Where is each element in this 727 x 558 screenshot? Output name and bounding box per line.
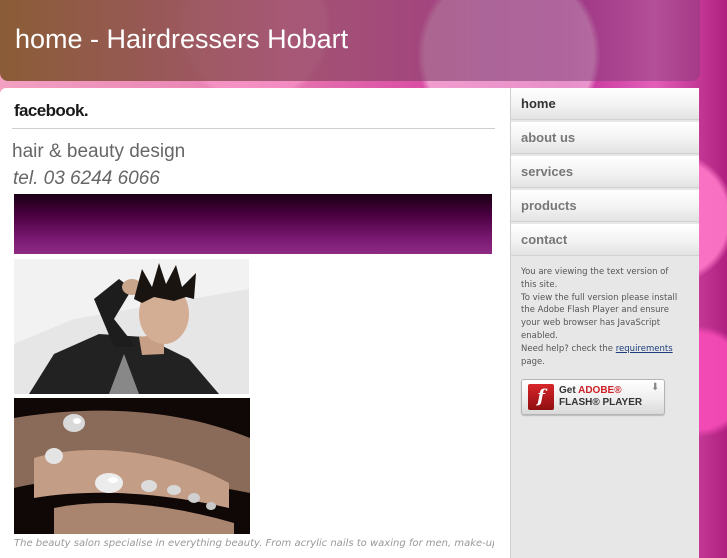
flash-get-word: Get: [559, 385, 576, 396]
flash-get-label: Get ADOBE®: [559, 385, 622, 396]
flash-icon: f: [528, 384, 554, 410]
sidebar: home about us services products contact …: [510, 88, 699, 558]
flash-product-name: FLASH® PLAYER: [559, 397, 643, 408]
phone-number: tel. 03 6244 6066: [13, 168, 160, 189]
purple-banner: [14, 194, 492, 254]
man-portrait-illustration: [14, 259, 249, 394]
site-header: home - Hairdressers Hobart: [0, 0, 700, 81]
nav-item-services[interactable]: services: [511, 156, 699, 188]
notice-help-prefix: Need help? check the: [521, 343, 614, 354]
nav-item-home[interactable]: home: [511, 88, 699, 120]
nav-item-contact[interactable]: contact: [511, 224, 699, 256]
requirements-link[interactable]: requirements: [616, 344, 673, 354]
facebook-logo[interactable]: facebook.: [14, 101, 89, 121]
main-navigation: home about us services products contact: [511, 88, 699, 256]
nav-item-about-us[interactable]: about us: [511, 122, 699, 154]
flash-notice: You are viewing the text version of this…: [521, 266, 686, 368]
notice-install-flash: To view the full version please install …: [521, 292, 678, 341]
download-arrow-icon: ⬇: [651, 382, 660, 393]
photo-man-hairstyle: [14, 259, 249, 394]
notice-help: Need help? check the requirements page.: [521, 343, 686, 369]
nails-illustration: [14, 398, 250, 534]
divider: [12, 128, 495, 129]
flash-brand: ADOBE®: [578, 385, 622, 396]
nav-item-products[interactable]: products: [511, 190, 699, 222]
get-flash-player-button[interactable]: f Get ADOBE® FLASH® PLAYER ⬇: [521, 379, 665, 415]
photo-silver-nails: [14, 398, 250, 534]
intro-paragraph: The beauty salon specialise in everythin…: [14, 538, 494, 549]
tagline: hair & beauty design: [12, 141, 186, 162]
main-content: facebook. hair & beauty design tel. 03 6…: [0, 88, 510, 558]
notice-help-suffix: page.: [521, 356, 545, 367]
page-title: home - Hairdressers Hobart: [15, 24, 349, 54]
notice-text-version: You are viewing the text version of this…: [521, 267, 669, 290]
